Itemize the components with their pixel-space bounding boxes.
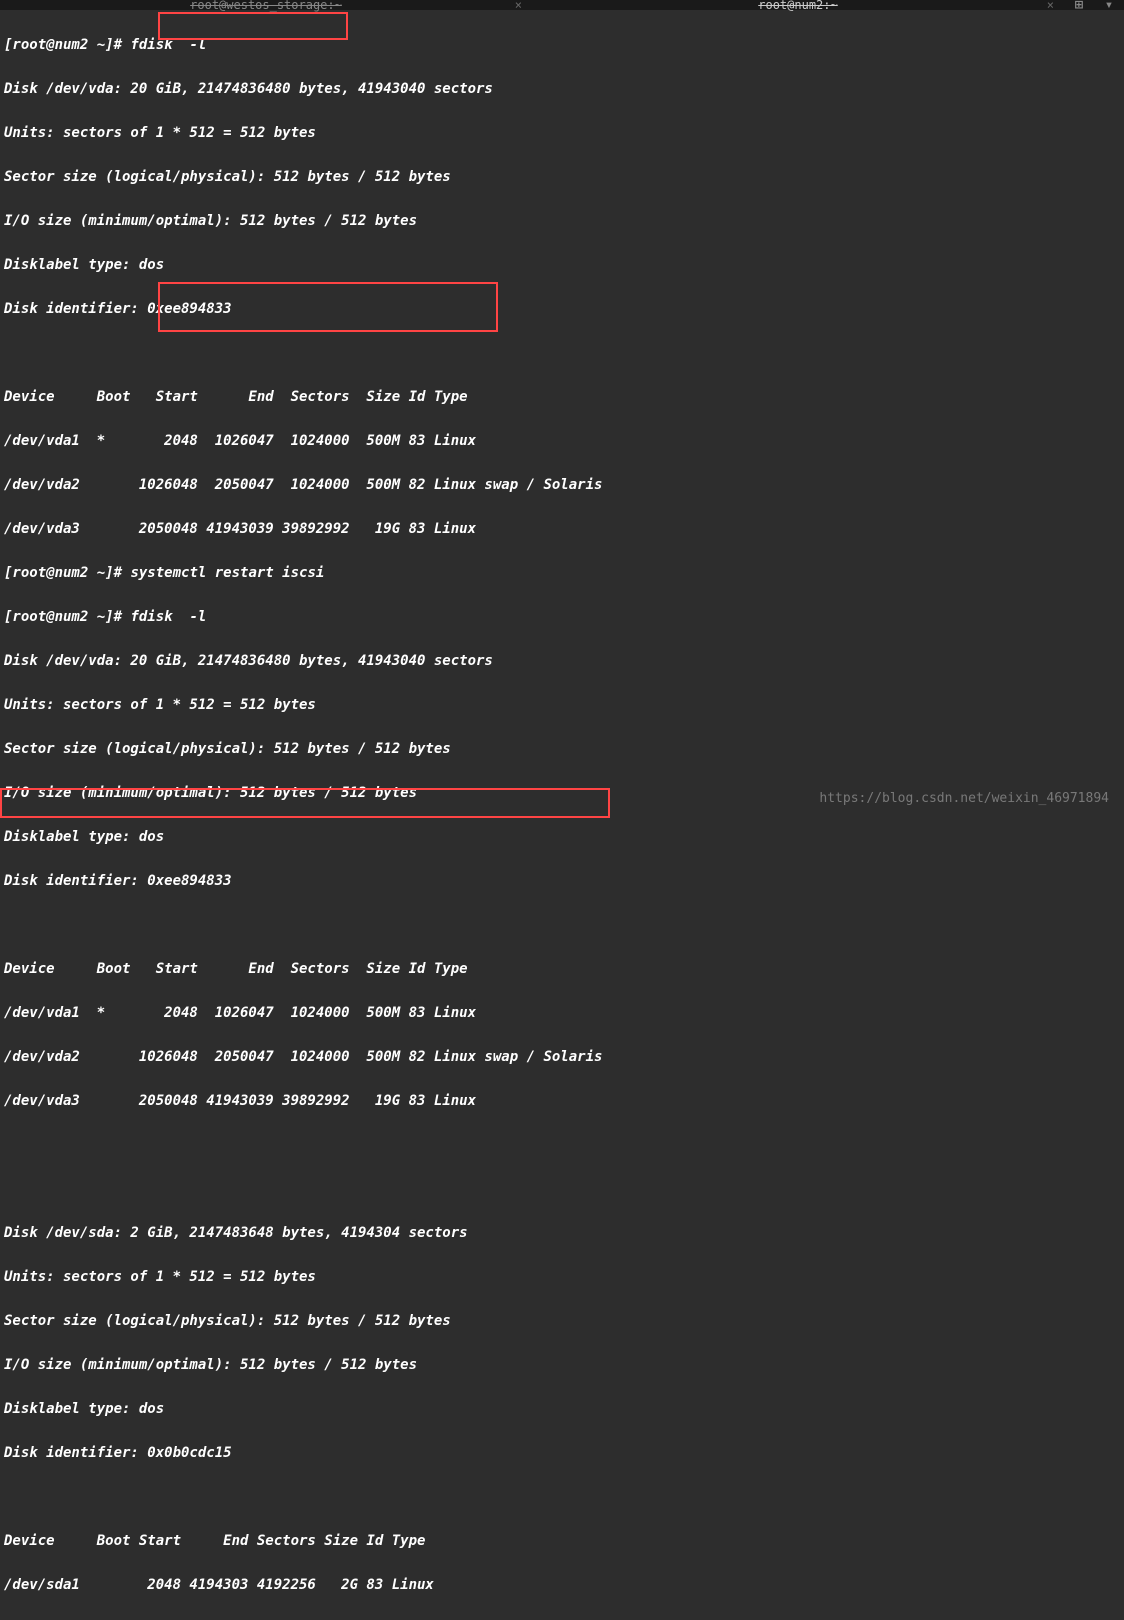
highlight-box-1 — [158, 12, 348, 40]
units-line: Units: sectors of 1 * 512 = 512 bytes — [4, 1266, 1120, 1288]
new-tab-icon[interactable]: ⊞ — [1075, 0, 1083, 13]
highlight-box-3 — [0, 788, 610, 818]
disklabel-line: Disklabel type: dos — [4, 826, 1120, 848]
blank-line — [4, 1134, 1120, 1156]
prompt-line: [root@num2 ~]# fdisk -l — [4, 606, 1120, 628]
menu-icon[interactable]: ▾ — [1105, 0, 1113, 13]
units-line: Units: sectors of 1 * 512 = 512 bytes — [4, 122, 1120, 144]
sector-size-line: Sector size (logical/physical): 512 byte… — [4, 738, 1120, 760]
watermark: https://blog.csdn.net/weixin_46971894 — [819, 791, 1109, 806]
command-systemctl: systemctl restart iscsi — [122, 565, 324, 581]
tab-bar: root@westos_storage:~ × root@num2:~ × ⊞ … — [0, 0, 1124, 10]
toolbar-icons: ⊞ ▾ — [1064, 0, 1124, 13]
sector-size-line: Sector size (logical/physical): 512 byte… — [4, 166, 1120, 188]
disklabel-line: Disklabel type: dos — [4, 1398, 1120, 1420]
tab-num2[interactable]: root@num2:~ × — [532, 0, 1064, 10]
partition-row: /dev/vda2 1026048 2050047 1024000 500M 8… — [4, 1046, 1120, 1068]
partition-row: /dev/vda1 * 2048 1026047 1024000 500M 83… — [4, 430, 1120, 452]
io-size-line: I/O size (minimum/optimal): 512 bytes / … — [4, 1354, 1120, 1376]
sector-size-line: Sector size (logical/physical): 512 byte… — [4, 1310, 1120, 1332]
command-fdisk: fdisk -l — [122, 609, 206, 625]
close-icon[interactable]: × — [1047, 0, 1054, 12]
partition-row: /dev/vda2 1026048 2050047 1024000 500M 8… — [4, 474, 1120, 496]
table-header: Device Boot Start End Sectors Size Id Ty… — [4, 386, 1120, 408]
disklabel-line: Disklabel type: dos — [4, 254, 1120, 276]
table-header: Device Boot Start End Sectors Size Id Ty… — [4, 1530, 1120, 1552]
disk-id-line: Disk identifier: 0xee894833 — [4, 870, 1120, 892]
prompt-line: [root@num2 ~]# systemctl restart iscsi — [4, 562, 1120, 584]
blank-line — [4, 342, 1120, 364]
partition-row: /dev/vda1 * 2048 1026047 1024000 500M 83… — [4, 1002, 1120, 1024]
io-size-line: I/O size (minimum/optimal): 512 bytes / … — [4, 210, 1120, 232]
tab-title-2: root@num2:~ — [758, 0, 837, 12]
table-header: Device Boot Start End Sectors Size Id Ty… — [4, 958, 1120, 980]
disk-header: Disk /dev/sda: 2 GiB, 2147483648 bytes, … — [4, 1222, 1120, 1244]
blank-line — [4, 914, 1120, 936]
highlight-box-2 — [158, 282, 498, 332]
blank-line — [4, 1178, 1120, 1200]
units-line: Units: sectors of 1 * 512 = 512 bytes — [4, 694, 1120, 716]
tab-title-1: root@westos_storage:~ — [190, 0, 342, 12]
partition-row: /dev/vda3 2050048 41943039 39892992 19G … — [4, 1090, 1120, 1112]
blank-line — [4, 1486, 1120, 1508]
disk-id-line: Disk identifier: 0x0b0cdc15 — [4, 1442, 1120, 1464]
close-icon[interactable]: × — [515, 0, 522, 12]
disk-header: Disk /dev/vda: 20 GiB, 21474836480 bytes… — [4, 78, 1120, 100]
tab-westos[interactable]: root@westos_storage:~ × — [0, 0, 532, 10]
partition-row: /dev/vda3 2050048 41943039 39892992 19G … — [4, 518, 1120, 540]
disk-header: Disk /dev/vda: 20 GiB, 21474836480 bytes… — [4, 650, 1120, 672]
partition-row: /dev/sda1 2048 4194303 4192256 2G 83 Lin… — [4, 1574, 1120, 1596]
